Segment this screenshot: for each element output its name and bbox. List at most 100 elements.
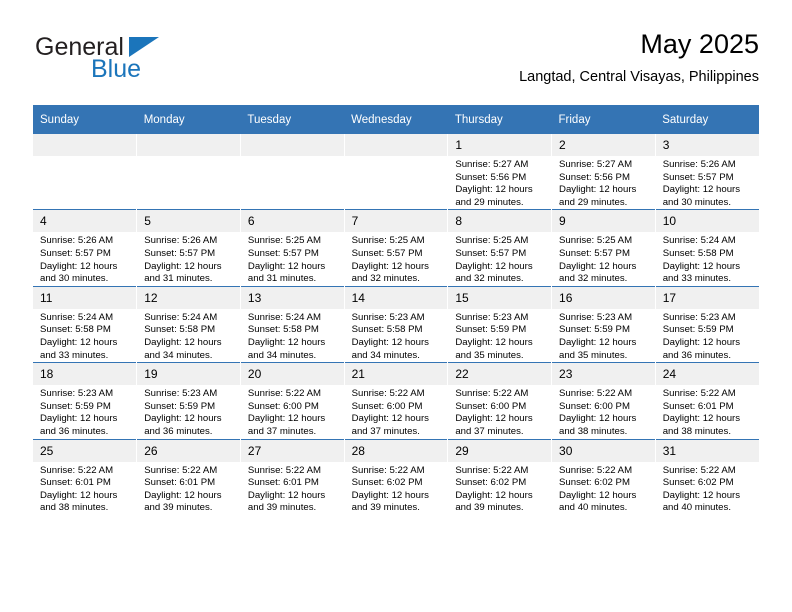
daylight-duration-line1: Daylight: 12 hours — [40, 260, 118, 272]
sunrise-time: Sunrise: 5:22 AM — [351, 464, 425, 476]
daylight-duration-line1: Daylight: 12 hours — [559, 336, 637, 348]
calendar-day-cell[interactable]: 28 Sunrise: 5:22 AM Sunset: 6:02 PM Dayligh… — [344, 438, 449, 515]
calendar-day-cell[interactable]: 31 Sunrise: 5:22 AM Sunset: 6:02 PM Dayligh… — [655, 438, 759, 515]
daylight-duration-line2: and 38 minutes. — [559, 425, 628, 437]
daylight-duration-line2: and 38 minutes. — [662, 425, 731, 437]
page-title: May 2025 — [640, 29, 759, 59]
calendar-week-row: 25 Sunrise: 5:22 AM Sunset: 6:01 PM Dayligh… — [33, 438, 759, 515]
calendar-day-cell[interactable]: 24 Sunrise: 5:22 AM Sunset: 6:01 PM Dayligh… — [655, 362, 759, 439]
calendar-day-cell[interactable]: 23 Sunrise: 5:22 AM Sunset: 6:00 PM Dayligh… — [551, 362, 656, 439]
calendar-day-cell[interactable]: 14 Sunrise: 5:23 AM Sunset: 5:58 PM Dayligh… — [344, 285, 449, 363]
day-details: Sunrise: 5:22 AM Sunset: 6:00 PM Daylight:… — [448, 385, 551, 438]
day-details: Sunrise: 5:23 AM Sunset: 5:59 PM Daylight:… — [656, 309, 759, 362]
calendar-day-cell[interactable]: 2 Sunrise: 5:27 AM Sunset: 5:56 PM Daylight… — [551, 134, 656, 210]
sunrise-time: Sunrise: 5:23 AM — [144, 388, 218, 400]
daylight-duration-line1: Daylight: 12 hours — [40, 336, 118, 348]
day-number — [344, 134, 448, 156]
daylight-duration-line2: and 36 minutes. — [662, 349, 731, 361]
calendar-page: General Blue May 2025 Langtad, Central V… — [0, 0, 792, 612]
calendar-day-cell[interactable]: 29 Sunrise: 5:22 AM Sunset: 6:02 PM Dayligh… — [447, 438, 553, 515]
calendar-day-cell[interactable]: 22 Sunrise: 5:22 AM Sunset: 6:00 PM Dayligh… — [447, 362, 553, 439]
calendar-day-cell[interactable]: 6 Sunrise: 5:25 AM Sunset: 5:57 PM Daylight… — [240, 209, 345, 287]
sunrise-time: Sunrise: 5:23 AM — [351, 311, 425, 323]
calendar-day-cell[interactable]: 26 Sunrise: 5:22 AM Sunset: 6:01 PM Dayligh… — [136, 438, 241, 515]
sunrise-time: Sunrise: 5:25 AM — [455, 235, 529, 247]
calendar-day-cell[interactable]: 12 Sunrise: 5:24 AM Sunset: 5:58 PM Dayligh… — [136, 285, 241, 363]
day-details: Sunrise: 5:24 AM Sunset: 5:58 PM Daylight:… — [137, 309, 240, 362]
day-number: 5 — [137, 210, 240, 233]
sunset-time: Sunset: 5:56 PM — [559, 171, 630, 183]
calendar-day-cell[interactable]: 30 Sunrise: 5:22 AM Sunset: 6:02 PM Dayligh… — [551, 438, 656, 515]
calendar-day-cell[interactable]: 9 Sunrise: 5:25 AM Sunset: 5:57 PM Daylight… — [551, 209, 656, 287]
sunset-time: Sunset: 6:00 PM — [351, 400, 423, 412]
day-number: 16 — [552, 286, 655, 309]
calendar-day-cell[interactable]: 27 Sunrise: 5:22 AM Sunset: 6:01 PM Dayligh… — [240, 438, 345, 515]
calendar-day-cell[interactable]: 8 Sunrise: 5:25 AM Sunset: 5:57 PM Daylight… — [447, 209, 553, 287]
sunset-time: Sunset: 5:59 PM — [559, 324, 630, 336]
calendar-day-cell-empty — [240, 134, 345, 210]
calendar-day-cell[interactable]: 4 Sunrise: 5:26 AM Sunset: 5:57 PM Daylight… — [33, 209, 138, 287]
sunrise-time: Sunrise: 5:22 AM — [559, 464, 633, 476]
sunrise-time: Sunrise: 5:24 AM — [144, 311, 218, 323]
calendar-day-cell[interactable]: 20 Sunrise: 5:22 AM Sunset: 6:00 PM Dayligh… — [240, 362, 345, 439]
daylight-duration-line2: and 39 minutes. — [144, 502, 213, 514]
daylight-duration-line2: and 36 minutes. — [144, 425, 213, 437]
daylight-duration-line1: Daylight: 12 hours — [247, 413, 326, 425]
weekday-header-row: Sunday Monday Tuesday Wednesday Thursday… — [33, 105, 759, 134]
calendar-day-cell[interactable]: 15 Sunrise: 5:23 AM Sunset: 5:59 PM Dayligh… — [447, 285, 553, 363]
day-number: 9 — [552, 210, 655, 233]
sunset-time: Sunset: 6:02 PM — [351, 477, 423, 489]
day-details: Sunrise: 5:22 AM Sunset: 6:00 PM Daylight:… — [345, 385, 448, 438]
daylight-duration-line2: and 40 minutes. — [559, 502, 628, 514]
day-number: 1 — [448, 134, 552, 156]
sunset-time: Sunset: 5:58 PM — [662, 247, 734, 259]
weekday-header-monday: Monday — [136, 105, 241, 134]
calendar-day-cell[interactable]: 5 Sunrise: 5:26 AM Sunset: 5:57 PM Daylight… — [136, 209, 241, 287]
daylight-duration-line1: Daylight: 12 hours — [144, 336, 222, 348]
sunset-time: Sunset: 5:59 PM — [144, 400, 216, 412]
day-number: 10 — [655, 210, 759, 233]
calendar-day-cell[interactable]: 1 Sunrise: 5:27 AM Sunset: 5:56 PM Daylight… — [447, 134, 553, 210]
calendar-day-cell-empty — [136, 134, 241, 210]
sunset-time: Sunset: 5:59 PM — [40, 400, 111, 412]
calendar-day-cell[interactable]: 3 Sunrise: 5:26 AM Sunset: 5:57 PM Daylight… — [655, 134, 759, 210]
calendar-day-cell-empty — [344, 134, 449, 210]
calendar-day-cell[interactable]: 21 Sunrise: 5:22 AM Sunset: 6:00 PM Dayligh… — [344, 362, 449, 439]
calendar-day-cell[interactable]: 17 Sunrise: 5:23 AM Sunset: 5:59 PM Dayligh… — [655, 285, 759, 363]
calendar-day-cell[interactable]: 16 Sunrise: 5:23 AM Sunset: 5:59 PM Dayligh… — [551, 285, 656, 363]
calendar-day-cell[interactable]: 11 Sunrise: 5:24 AM Sunset: 5:58 PM Dayligh… — [33, 285, 138, 363]
day-details: Sunrise: 5:22 AM Sunset: 6:02 PM Daylight:… — [552, 462, 655, 515]
general-blue-logo[interactable]: General Blue — [33, 34, 213, 90]
sunset-time: Sunset: 6:01 PM — [247, 477, 319, 489]
calendar-day-cell[interactable]: 18 Sunrise: 5:23 AM Sunset: 5:59 PM Dayligh… — [33, 362, 138, 439]
weekday-header-wednesday: Wednesday — [344, 105, 448, 134]
sunrise-time: Sunrise: 5:24 AM — [40, 311, 114, 323]
calendar-day-cell[interactable]: 13 Sunrise: 5:24 AM Sunset: 5:58 PM Dayligh… — [240, 285, 345, 363]
daylight-duration-line2: and 37 minutes. — [455, 425, 524, 437]
sunrise-time: Sunrise: 5:24 AM — [247, 311, 321, 323]
sunrise-time: Sunrise: 5:26 AM — [662, 159, 736, 170]
calendar-day-cell[interactable]: 10 Sunrise: 5:24 AM Sunset: 5:58 PM Dayligh… — [655, 209, 759, 287]
daylight-duration-line2: and 34 minutes. — [351, 349, 420, 361]
calendar-day-cell[interactable]: 25 Sunrise: 5:22 AM Sunset: 6:01 PM Dayligh… — [33, 438, 138, 515]
calendar-week-row: 18 Sunrise: 5:23 AM Sunset: 5:59 PM Dayligh… — [33, 362, 759, 439]
calendar-day-cell[interactable]: 7 Sunrise: 5:25 AM Sunset: 5:57 PM Daylight… — [344, 209, 449, 287]
day-details: Sunrise: 5:24 AM Sunset: 5:58 PM Daylight:… — [241, 309, 344, 362]
daylight-duration-line2: and 39 minutes. — [247, 502, 317, 514]
day-number: 30 — [552, 439, 655, 462]
daylight-duration-line2: and 31 minutes. — [247, 273, 317, 285]
day-number: 13 — [240, 286, 344, 309]
daylight-duration-line1: Daylight: 12 hours — [455, 336, 533, 348]
daylight-duration-line2: and 39 minutes. — [455, 502, 524, 514]
calendar-body: 1 Sunrise: 5:27 AM Sunset: 5:56 PM Daylight… — [33, 134, 759, 515]
day-number: 3 — [655, 134, 759, 156]
day-details: Sunrise: 5:23 AM Sunset: 5:59 PM Daylight:… — [137, 385, 240, 438]
daylight-duration-line2: and 38 minutes. — [40, 502, 109, 514]
calendar-day-cell[interactable]: 19 Sunrise: 5:23 AM Sunset: 5:59 PM Dayligh… — [136, 362, 241, 439]
sunrise-time: Sunrise: 5:22 AM — [144, 464, 218, 476]
sunrise-time: Sunrise: 5:26 AM — [144, 235, 218, 247]
daylight-duration-line2: and 36 minutes. — [40, 425, 109, 437]
daylight-duration-line2: and 29 minutes. — [455, 196, 524, 208]
daylight-duration-line1: Daylight: 12 hours — [351, 260, 429, 272]
day-details: Sunrise: 5:24 AM Sunset: 5:58 PM Daylight:… — [656, 232, 759, 285]
